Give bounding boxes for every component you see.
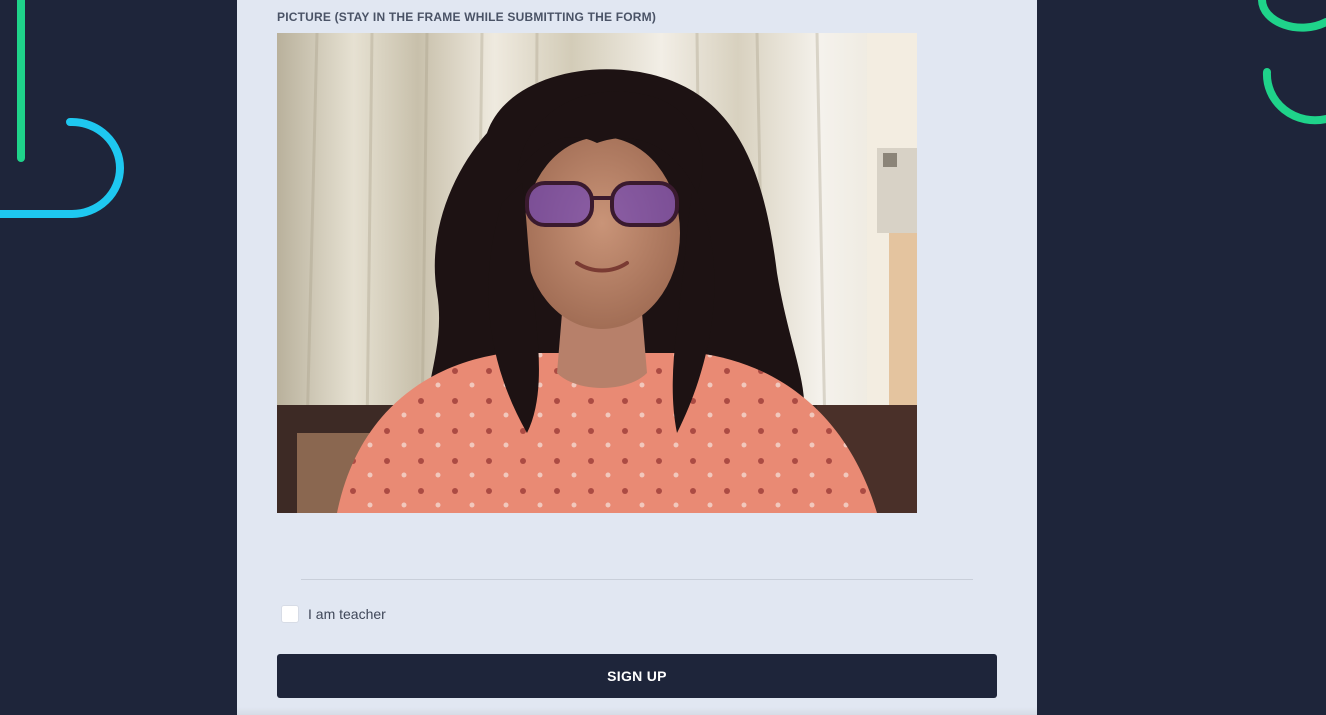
- form-divider: [301, 579, 973, 580]
- decor-green-arc-top: [1258, 0, 1326, 32]
- signup-page: PICTURE (STAY IN THE FRAME WHILE SUBMITT…: [0, 0, 1326, 715]
- webcam-preview: [277, 33, 917, 513]
- webcam-photo-person: [277, 33, 917, 513]
- teacher-checkbox-label: I am teacher: [308, 606, 386, 622]
- signup-form-card: PICTURE (STAY IN THE FRAME WHILE SUBMITT…: [237, 0, 1037, 715]
- signup-button[interactable]: SIGN UP: [277, 654, 997, 698]
- picture-label: PICTURE (STAY IN THE FRAME WHILE SUBMITT…: [277, 10, 657, 24]
- teacher-checkbox[interactable]: [281, 605, 299, 623]
- teacher-checkbox-row[interactable]: I am teacher: [281, 603, 386, 625]
- card-bottom-edge: [237, 707, 1037, 715]
- decor-green-arc-bottom: [1262, 68, 1326, 125]
- decor-cyan-hook: [0, 118, 124, 218]
